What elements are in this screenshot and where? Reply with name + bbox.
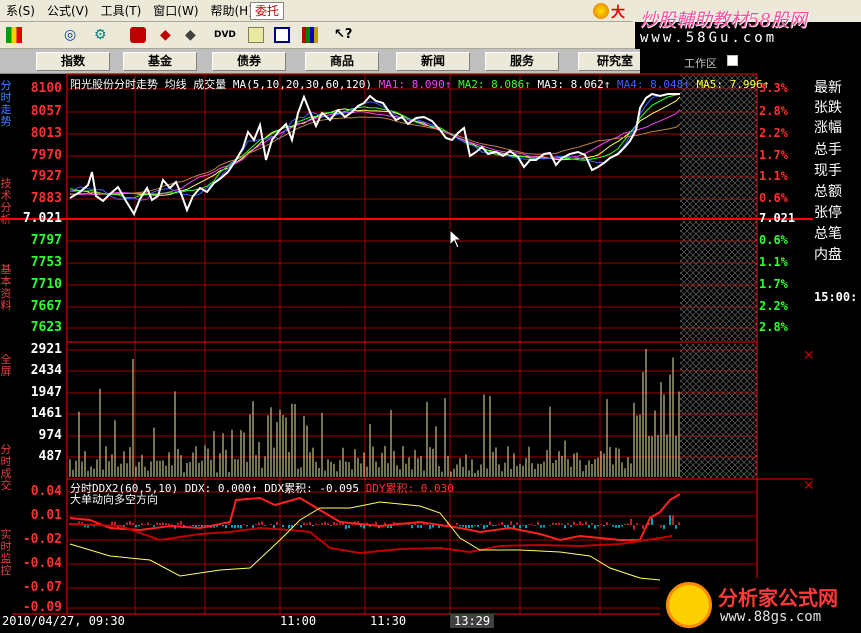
price-label-down: 7797 (30, 233, 62, 248)
pct-label-up: 3.3% (759, 81, 788, 95)
rp-limit[interactable]: 张停 (814, 205, 842, 221)
price-label-down: 7710 (30, 277, 62, 292)
legend-ma2: MA2: 8.086↑ (458, 78, 531, 91)
price-label-up: 8057 (30, 104, 62, 119)
base-price-label: 7.021 (22, 211, 62, 226)
ddx-value: DDX: 0.000↑ (184, 482, 258, 495)
pct-label-up: 2.2% (759, 126, 788, 140)
site-logo: 分析家公式网 www.88gs.com (660, 578, 860, 632)
price-label-up: 8100 (30, 81, 62, 96)
rp-total-vol[interactable]: 总手 (814, 142, 842, 158)
pct-label-up: 1.7% (759, 148, 788, 162)
ddx-label: -0.07 (22, 580, 62, 595)
ddx-cum: DDX累积: -0.095 (264, 482, 360, 495)
legend-avg: 均线 (164, 78, 187, 91)
pct-label-down: 2.2% (759, 299, 788, 313)
legend-vol: 成交量 (193, 78, 227, 91)
time-cursor: 13:29 (450, 614, 495, 628)
volume-label: 2434 (30, 363, 62, 378)
volume-label: 974 (38, 428, 62, 443)
ddx-label: -0.04 (22, 556, 62, 571)
rp-latest[interactable]: 最新 (814, 80, 842, 96)
time-date: 2010/04/27, 09:30 (2, 614, 125, 628)
ddx-label: 0.04 (30, 484, 62, 499)
price-label-up: 7883 (30, 191, 62, 206)
ddx-label: 0.01 (30, 508, 62, 523)
price-label-up: 7927 (30, 169, 62, 184)
rp-current-vol[interactable]: 现手 (814, 163, 842, 179)
price-label-up: 7970 (30, 148, 62, 163)
time-1130: 11:30 (370, 614, 407, 628)
legend-ma4: MA4: 8.048↑ (617, 78, 690, 91)
rp-change[interactable]: 张跌 (814, 100, 842, 116)
volume-label: 1947 (30, 385, 62, 400)
pct-label-down: 1.1% (759, 255, 788, 269)
close-x-icon[interactable]: ✕ (803, 348, 815, 364)
price-label-down: 7667 (30, 299, 62, 314)
price-legend: 阳光股份分时走势 均线 成交量 MA(5,10,20,30,60,120) MA… (70, 76, 769, 92)
rp-inner[interactable]: 内盘 (814, 247, 842, 263)
site-logo-icon (666, 582, 712, 628)
ddx-label: -0.02 (22, 532, 62, 547)
rp-time: 15:00: (814, 290, 858, 304)
rp-trades[interactable]: 总笔 (814, 226, 842, 242)
legend-ma1: MA1: 8.090↑ (378, 78, 452, 91)
site-logo-name: 分析家公式网 (718, 586, 838, 610)
pct-label-up: 1.1% (759, 169, 788, 183)
price-label-down: 7623 (30, 320, 62, 335)
volume-label: 2921 (30, 342, 62, 357)
base-price-label-right: 7.021 (759, 211, 796, 225)
volume-label: 1461 (30, 406, 62, 421)
legend-title: 阳光股份分时走势 (70, 78, 158, 91)
chart-canvas[interactable] (0, 0, 861, 633)
price-label-down: 7753 (30, 255, 62, 270)
site-logo-url: www.88gs.com (720, 609, 822, 625)
ddx-subtitle: 大单动向多空方向 (70, 493, 158, 506)
volume-bars (69, 349, 680, 477)
legend-ma3: MA3: 8.062↑ (537, 78, 611, 91)
future-hatch (680, 75, 757, 478)
rp-pct[interactable]: 涨幅 (814, 120, 842, 136)
pct-label-up: 0.6% (759, 191, 788, 205)
ddx-lines (69, 493, 681, 581)
mouse-cursor-icon (449, 229, 463, 249)
ddy-cum: DDY累积: 0.030 (365, 482, 454, 495)
time-1100: 11:00 (280, 614, 317, 628)
close-x2-icon[interactable]: ✕ (803, 478, 815, 494)
volume-label: 487 (38, 449, 62, 464)
legend-ma-params: MA(5,10,20,30,60,120) (232, 78, 372, 91)
ddx-label: -0.09 (22, 600, 62, 615)
right-info-panel: 最新 张跌 涨幅 总手 现手 总额 张停 总笔 内盘 15:00: ✕ ✕ (803, 74, 861, 633)
pct-label-down: 2.8% (759, 320, 788, 334)
pct-label-up: 2.8% (759, 104, 788, 118)
pct-label-down: 0.6% (759, 233, 788, 247)
price-label-up: 8013 (30, 126, 62, 141)
pct-label-down: 1.7% (759, 277, 788, 291)
rp-amount[interactable]: 总额 (814, 184, 842, 200)
